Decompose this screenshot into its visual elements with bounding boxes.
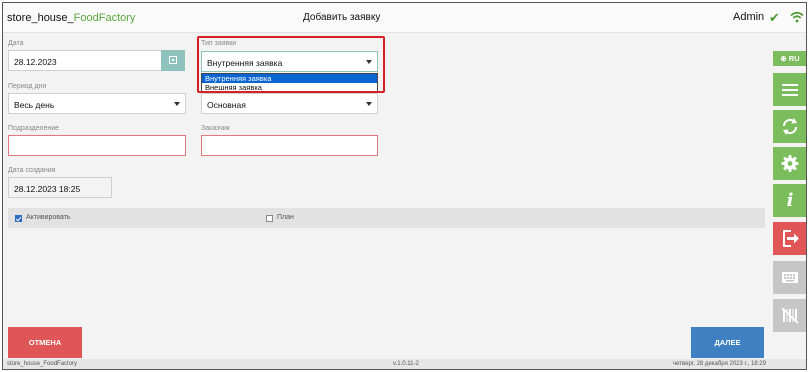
wifi-icon: [790, 11, 804, 23]
options-bar: Активировать План: [8, 208, 765, 228]
activate-label: Активировать: [26, 214, 71, 221]
date-value: 28.12.2023: [14, 57, 57, 67]
barcode-off-icon: [781, 307, 799, 324]
footer: store_house_FoodFactory v.1.0.11-2 четве…: [3, 359, 806, 369]
settings-button[interactable]: [773, 147, 806, 180]
refresh-icon: [782, 118, 798, 135]
page-title: Добавить заявку: [303, 12, 381, 23]
app-name-accent: FoodFactory: [73, 12, 136, 24]
customer-label: Заказчик: [201, 125, 230, 132]
date-field[interactable]: 28.12.2023: [8, 50, 162, 71]
app-name: store_house_: [7, 12, 74, 24]
calendar-icon: [169, 56, 177, 64]
highlight-box: [197, 36, 385, 93]
type-select[interactable]: Основная: [201, 93, 378, 114]
created-date-label: Дата создания: [8, 167, 56, 174]
day-period-label: Период дня: [8, 83, 47, 90]
date-label: Дата: [8, 40, 24, 47]
menu-button[interactable]: [773, 73, 806, 106]
footer-app-name: store_house_FoodFactory: [7, 361, 78, 367]
logout-icon: [783, 230, 799, 247]
activate-checkbox[interactable]: [15, 215, 22, 222]
info-button[interactable]: i: [773, 184, 806, 217]
created-date-value: 28.12.2023 18:25: [14, 184, 81, 194]
info-icon: i: [786, 190, 794, 211]
created-date-field: 28.12.2023 18:25: [8, 177, 112, 198]
footer-version: v.1.0.11-2: [393, 361, 419, 367]
calendar-button[interactable]: [161, 50, 185, 71]
day-period-value: Весь день: [14, 100, 55, 110]
type-value: Основная: [207, 100, 246, 110]
chevron-down-icon: [174, 102, 180, 106]
chevron-down-icon: [366, 102, 372, 106]
gear-icon: [781, 155, 799, 172]
app-window: store_house_FoodFactory Добавить заявку …: [2, 2, 807, 370]
refresh-button[interactable]: [773, 110, 806, 143]
department-field[interactable]: [8, 135, 186, 156]
logout-button[interactable]: [773, 222, 806, 255]
department-label: Подразделение: [8, 125, 60, 132]
language-label: RU: [788, 54, 800, 63]
cancel-button[interactable]: ОТМЕНА: [8, 327, 82, 358]
footer-datetime: четверг, 28 декабря 2023 г., 18:29: [673, 361, 766, 367]
customer-field[interactable]: [201, 135, 378, 156]
plan-label: План: [277, 214, 294, 221]
keyboard-icon: [782, 272, 798, 283]
keyboard-button[interactable]: [773, 261, 806, 294]
barcode-button[interactable]: [773, 299, 806, 332]
next-button[interactable]: ДАЛЕЕ: [691, 327, 764, 358]
plan-checkbox[interactable]: [266, 215, 273, 222]
app-title: store_house_FoodFactory: [7, 12, 135, 24]
language-button[interactable]: ⊕ RU: [773, 51, 806, 66]
day-period-select[interactable]: Весь день: [8, 93, 186, 114]
header: store_house_FoodFactory Добавить заявку …: [3, 3, 806, 33]
check-icon: ✔: [769, 10, 780, 25]
user-name[interactable]: Admin: [733, 11, 764, 23]
globe-icon: ⊕: [780, 54, 787, 63]
